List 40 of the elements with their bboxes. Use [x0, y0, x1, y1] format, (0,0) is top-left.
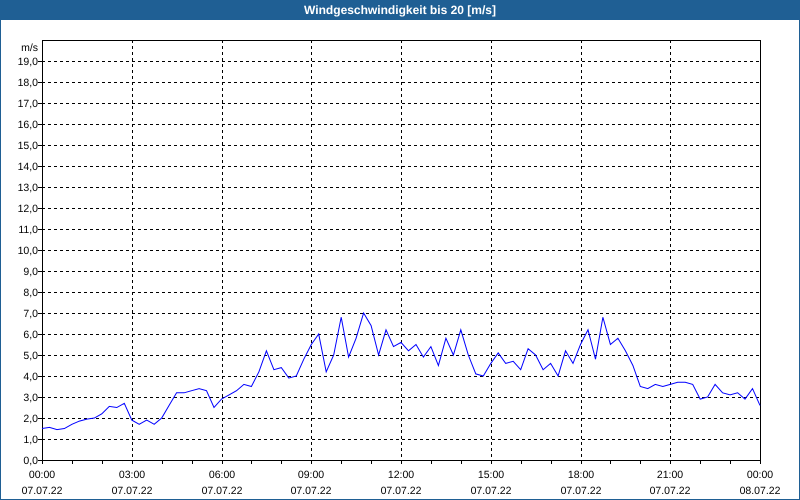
- y-tick-label: 6,0: [23, 329, 38, 341]
- x-tick-label: 18:00: [568, 469, 594, 481]
- x-tick-date: 07.07.22: [290, 485, 332, 497]
- y-tick-label: 3,0: [23, 392, 38, 404]
- window-title: Windgeschwindigkeit bis 20 [m/s]: [304, 2, 496, 19]
- y-tick-label: 9,0: [23, 266, 38, 278]
- y-tick-label: 2,0: [23, 413, 38, 425]
- x-tick-label: 03:00: [118, 469, 146, 481]
- x-tick-label: 00:00: [28, 469, 56, 481]
- y-tick-label: 14,0: [18, 161, 38, 173]
- y-tick-label: 1,0: [23, 434, 38, 446]
- x-tick-date: 08.07.22: [740, 485, 780, 497]
- x-tick-label: 09:00: [298, 469, 324, 481]
- y-tick-label: 4,0: [23, 371, 38, 383]
- y-tick-label: 7,0: [23, 308, 38, 320]
- y-tick-label: 17,0: [18, 98, 38, 110]
- x-tick-label: 21:00: [656, 469, 684, 481]
- y-tick-label: 0,0: [23, 455, 38, 467]
- axis-unit-label: m/s: [21, 42, 38, 54]
- y-tick-label: 10,0: [18, 245, 38, 257]
- x-tick-label: 15:00: [478, 469, 504, 481]
- x-tick-date: 07.07.22: [112, 485, 152, 497]
- x-tick-date: 07.07.22: [202, 485, 242, 497]
- x-tick-date: 07.07.22: [380, 485, 422, 497]
- x-tick-label: 06:00: [208, 469, 236, 481]
- y-tick-label: 15,0: [18, 140, 38, 152]
- x-tick-date: 07.07.22: [650, 485, 690, 497]
- x-tick-date: 07.07.22: [560, 485, 602, 497]
- x-tick-date: 07.07.22: [22, 485, 62, 497]
- y-tick-label: 16,0: [18, 119, 38, 131]
- y-tick-label: 13,0: [18, 182, 38, 194]
- y-tick-label: 8,0: [23, 287, 38, 299]
- y-tick-label: 5,0: [23, 350, 38, 362]
- y-tick-label: 12,0: [18, 203, 38, 215]
- y-tick-label: 11,0: [18, 224, 38, 236]
- x-tick-label: 00:00: [746, 469, 774, 481]
- x-tick-label: 12:00: [388, 469, 414, 481]
- y-tick-label: 19,0: [18, 56, 38, 68]
- x-tick-date: 07.07.22: [470, 485, 512, 497]
- y-tick-label: 18,0: [18, 77, 38, 89]
